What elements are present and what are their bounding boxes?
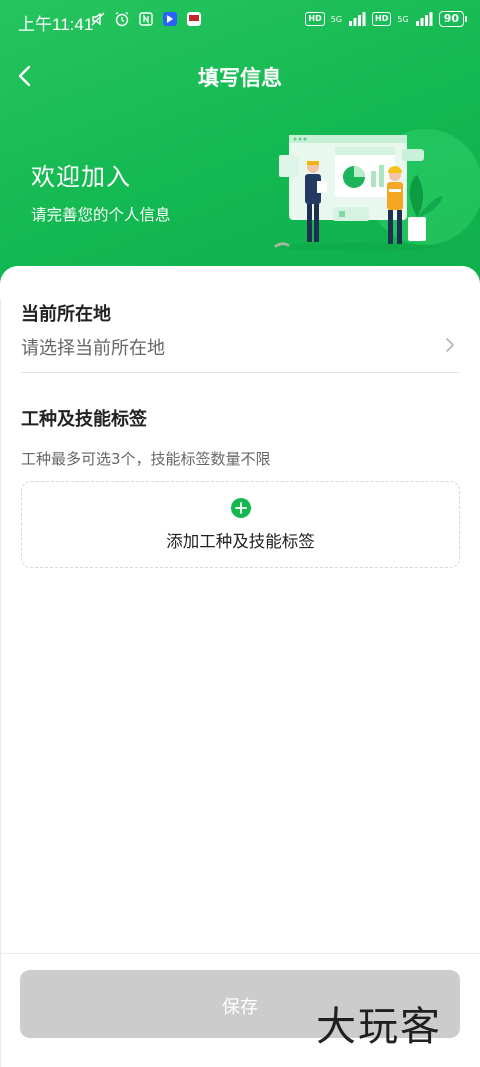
page-title: 填写信息	[198, 66, 282, 90]
add-skill-label: 添加工种及技能标签	[166, 532, 315, 551]
hd-badge-2: HD	[372, 12, 392, 26]
chevron-right-icon	[446, 338, 454, 352]
welcome-subtitle: 请完善您的个人信息	[31, 206, 171, 224]
skills-label: 工种及技能标签	[21, 409, 147, 430]
status-bar: 上午11:41 HD 5G HD 5G 90	[0, 0, 480, 40]
status-system-icons: HD 5G HD 5G 90	[305, 11, 468, 27]
app-notification-icon	[163, 12, 177, 26]
card-edge-line	[0, 300, 1, 1067]
signal-icon	[349, 12, 366, 26]
app-badge-icon	[187, 12, 201, 26]
plus-circle-icon	[231, 498, 251, 518]
form-card	[0, 266, 480, 1067]
watermark: 大玩客	[316, 1004, 442, 1050]
location-selector[interactable]: 请选择当前所在地	[0, 326, 480, 366]
status-time: 上午11:41	[18, 15, 94, 34]
alarm-icon	[115, 11, 129, 27]
location-label: 当前所在地	[21, 304, 111, 325]
signal-icon-2	[415, 12, 433, 26]
skills-hint: 工种最多可选3个，技能标签数量不限	[21, 450, 271, 468]
network-type-2: 5G	[397, 14, 409, 24]
mute-icon	[91, 12, 105, 26]
footer-divider	[0, 953, 480, 954]
divider	[21, 372, 460, 373]
hd-badge: HD	[305, 12, 325, 26]
workers-illustration	[274, 129, 480, 251]
welcome-title: 欢迎加入	[31, 163, 131, 191]
nfc-icon	[139, 12, 153, 26]
nav-bar: 填写信息	[0, 50, 480, 102]
add-skill-button[interactable]: 添加工种及技能标签	[21, 481, 460, 568]
battery-icon: 90	[438, 11, 468, 27]
location-placeholder: 请选择当前所在地	[21, 338, 165, 359]
status-notification-icons	[90, 11, 202, 27]
network-type: 5G	[330, 14, 343, 24]
